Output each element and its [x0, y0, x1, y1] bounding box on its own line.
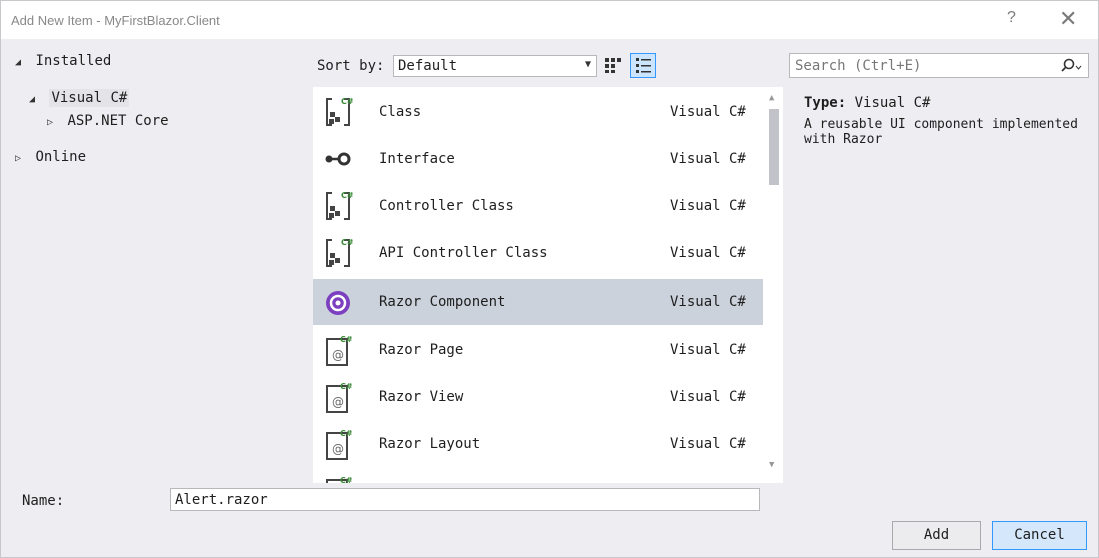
medium-icons-view-button[interactable] — [604, 56, 622, 74]
close-button[interactable]: ✕ — [1059, 6, 1077, 32]
tree-item-label: Installed — [35, 53, 112, 69]
template-item-class[interactable]: C# Class Visual C# — [313, 89, 763, 135]
name-input-value: Alert.razor — [175, 492, 268, 508]
razor-view-icon: C# @ — [326, 382, 353, 413]
type-line: Type: Visual C# — [804, 95, 1084, 111]
template-name: Razor Layout — [379, 436, 481, 452]
razor-layout-icon: C# @ — [326, 429, 353, 460]
controller-class-icon: C# — [326, 191, 353, 220]
template-language: Visual C# — [670, 198, 746, 214]
template-language: Visual C# — [670, 294, 746, 310]
template-item-razor-component[interactable]: Razor Component Visual C# — [313, 279, 763, 325]
svg-text:@: @ — [332, 348, 344, 362]
tree-item-visual-csharp[interactable]: ◢ Visual C# — [29, 89, 130, 107]
list-view-button[interactable] — [630, 53, 656, 78]
tree-item-aspnet-core[interactable]: ▷ ASP.NET Core — [47, 113, 169, 129]
svg-text:C#: C# — [341, 97, 353, 106]
list-view-icon — [636, 58, 651, 73]
template-item-razor-page[interactable]: C# @ Razor Page Visual C# — [313, 327, 763, 373]
tree-item-installed[interactable]: ◢ Installed — [15, 53, 111, 69]
razor-page-icon: C# @ — [326, 335, 353, 366]
sort-by-dropdown[interactable]: Default ▼ — [393, 55, 597, 77]
collapsed-triangle-icon: ▷ — [15, 153, 22, 164]
window-title: Add New Item - MyFirstBlazor.Client — [11, 13, 220, 28]
template-list-scrollbar[interactable]: ▲ ▼ — [764, 87, 783, 483]
class-icon: C# — [326, 97, 353, 126]
svg-text:C#: C# — [341, 238, 353, 247]
template-item-razor-layout[interactable]: C# @ Razor Layout Visual C# — [313, 421, 763, 467]
template-item-interface[interactable]: Interface Visual C# — [313, 136, 763, 182]
help-button[interactable]: ? — [1007, 9, 1016, 27]
svg-text:@: @ — [332, 442, 344, 456]
name-input[interactable]: Alert.razor — [170, 488, 760, 511]
svg-text:C#: C# — [341, 191, 353, 200]
template-item-razor-view[interactable]: C# @ Razor View Visual C# — [313, 374, 763, 420]
svg-text:C#: C# — [340, 429, 353, 438]
search-icon — [1061, 58, 1082, 72]
template-name: Controller Class — [379, 198, 514, 214]
svg-text:C#: C# — [340, 382, 353, 391]
api-controller-class-icon: C# — [326, 238, 353, 267]
scrollbar-thumb[interactable] — [769, 109, 779, 185]
template-language: Visual C# — [670, 436, 746, 452]
template-item-controller-class[interactable]: C# Controller Class Visual C# — [313, 183, 763, 229]
expanded-triangle-icon: ◢ — [29, 94, 36, 105]
template-language: Visual C# — [670, 245, 746, 261]
interface-icon — [325, 152, 351, 166]
search-placeholder: Search (Ctrl+E) — [795, 58, 922, 74]
tree-item-label: Visual C# — [49, 89, 130, 107]
sort-by-value: Default — [398, 58, 458, 74]
svg-text:C#: C# — [340, 335, 353, 344]
template-name: Razor Page — [379, 342, 464, 358]
type-label: Type: — [804, 95, 847, 111]
tree-item-online[interactable]: ▷ Online — [15, 149, 86, 165]
svg-text:C#: C# — [340, 476, 353, 483]
template-name: Razor Component — [379, 294, 506, 310]
template-language: Visual C# — [670, 389, 746, 405]
name-label: Name: — [22, 493, 65, 509]
sort-by-label: Sort by: — [317, 58, 385, 74]
scroll-up-icon[interactable]: ▲ — [769, 93, 774, 103]
template-name: Razor View — [379, 389, 464, 405]
tree-item-label: Online — [35, 149, 87, 165]
tree-item-label: ASP.NET Core — [67, 113, 169, 129]
title-bar: Add New Item - MyFirstBlazor.Client ? ✕ — [1, 1, 1098, 39]
scroll-down-icon[interactable]: ▼ — [769, 460, 774, 470]
grid-view-icon — [605, 58, 621, 73]
razor-component-icon — [326, 291, 350, 315]
collapsed-triangle-icon: ▷ — [47, 117, 54, 128]
template-list[interactable]: C# Class Visual C# Interface Visual C# C… — [313, 87, 783, 483]
template-language: Visual C# — [670, 151, 746, 167]
chevron-down-icon: ▼ — [584, 59, 591, 70]
template-item-api-controller-class[interactable]: C# API Controller Class Visual C# — [313, 230, 763, 276]
expanded-triangle-icon: ◢ — [15, 57, 22, 68]
partial-item-icon: C# — [326, 476, 353, 483]
template-name: Class — [379, 104, 422, 120]
template-name: API Controller Class — [379, 245, 548, 261]
add-button[interactable]: Add — [892, 521, 981, 550]
template-description: A reusable UI component implemented with… — [804, 117, 1078, 147]
svg-text:@: @ — [332, 395, 344, 409]
template-language: Visual C# — [670, 104, 746, 120]
cancel-button[interactable]: Cancel — [992, 521, 1087, 550]
search-input[interactable]: Search (Ctrl+E) — [789, 53, 1089, 78]
template-item-partial[interactable]: C# — [313, 468, 763, 483]
type-value: Visual C# — [854, 95, 931, 111]
template-name: Interface — [379, 151, 455, 167]
template-language: Visual C# — [670, 342, 746, 358]
details-panel: Type: Visual C# A reusable UI component … — [804, 95, 1084, 147]
add-new-item-dialog: Add New Item - MyFirstBlazor.Client ? ✕ … — [0, 0, 1099, 558]
